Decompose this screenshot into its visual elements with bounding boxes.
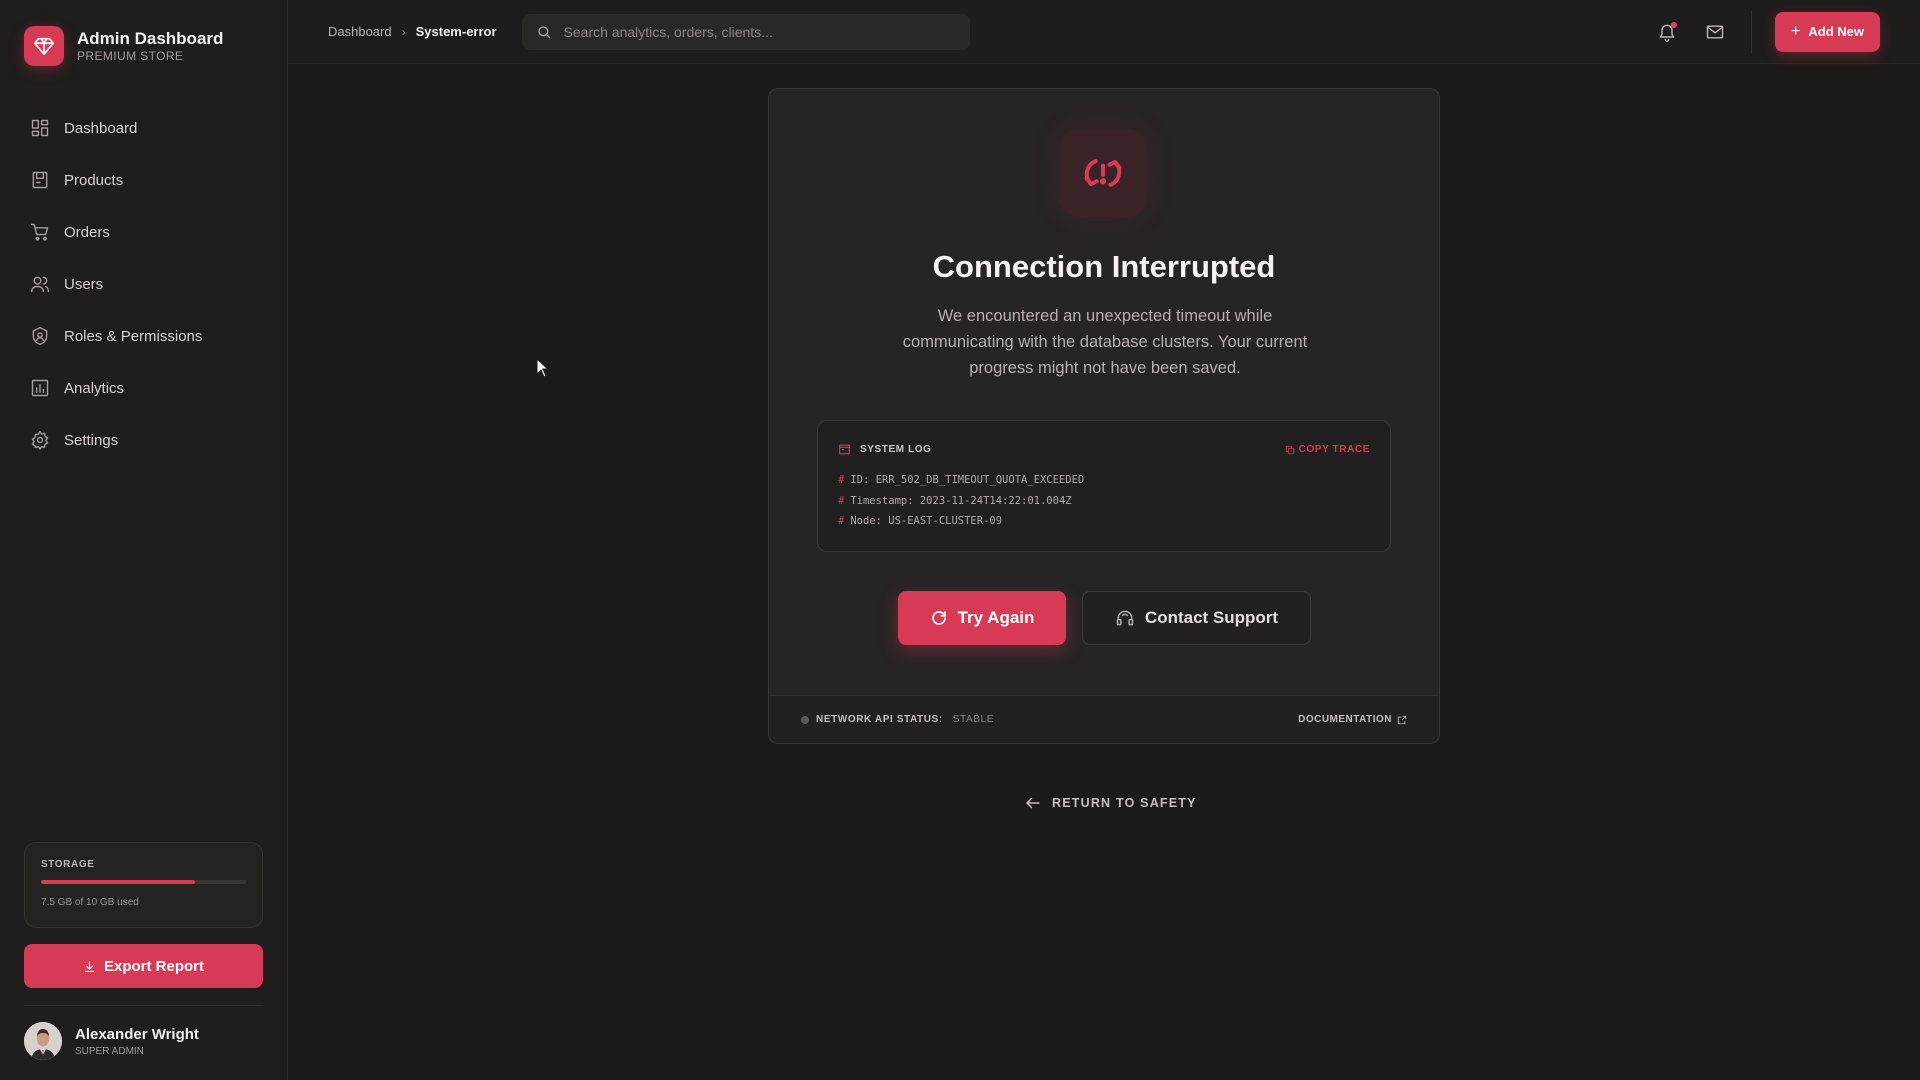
export-report-label: Export Report xyxy=(103,957,204,975)
topbar: Dashboard › System-error + Add xyxy=(288,0,1920,64)
sidebar-item-label: Orders xyxy=(64,223,110,241)
breadcrumb-separator: › xyxy=(401,24,406,39)
brand: Admin Dashboard PREMIUM STORE xyxy=(24,0,263,88)
sidebar-item-products[interactable]: Products xyxy=(24,154,263,206)
breadcrumb: Dashboard › System-error xyxy=(328,24,497,39)
plus-icon: + xyxy=(1791,22,1801,40)
sidebar-item-label: Products xyxy=(64,171,124,189)
divider xyxy=(1751,10,1753,53)
box-icon xyxy=(32,171,48,189)
avatar xyxy=(24,1022,62,1060)
error-card: Connection Interrupted We encountered an… xyxy=(768,88,1440,744)
error-description: We encountered an unexpected timeout whi… xyxy=(902,307,1308,377)
sidebar-item-users[interactable]: Users xyxy=(24,258,263,310)
storage-text: 7.5 GB of 10 GB used xyxy=(41,897,139,908)
sidebar-item-label: Users xyxy=(64,275,104,293)
system-log-title: SYSTEM LOG xyxy=(860,444,932,455)
content-area: Connection Interrupted We encountered an… xyxy=(288,64,1920,1080)
sidebar-item-label: Analytics xyxy=(64,379,125,397)
search-input[interactable] xyxy=(563,23,956,40)
terminal-icon xyxy=(839,444,850,455)
breadcrumb-dashboard[interactable]: Dashboard xyxy=(328,24,392,39)
search-icon xyxy=(537,25,551,38)
shield-icon xyxy=(32,326,48,346)
try-again-button[interactable]: Try Again xyxy=(898,591,1066,645)
gear-icon xyxy=(31,430,49,450)
network-status: NETWORK API STATUS: STABLE xyxy=(801,714,994,725)
sidebar-nav: Dashboard Products Orders Users Roles & … xyxy=(24,102,263,466)
sidebar: Admin Dashboard PREMIUM STORE Dashboard … xyxy=(0,0,288,1080)
return-to-safety-link[interactable]: RETURN TO SAFETY xyxy=(1024,794,1197,812)
breadcrumb-current: System-error xyxy=(415,24,497,39)
documentation-label: DOCUMENTATION xyxy=(1298,714,1392,725)
status-dot xyxy=(801,715,809,724)
diamond-icon xyxy=(24,26,64,66)
sidebar-item-dashboard[interactable]: Dashboard xyxy=(24,102,263,154)
storage-widget: STORAGE 7.5 GB of 10 GB used xyxy=(24,842,263,928)
error-title: Connection Interrupted xyxy=(932,249,1276,284)
headset-icon xyxy=(1116,610,1134,626)
sidebar-item-label: Roles & Permissions xyxy=(64,327,203,345)
network-status-key: NETWORK API STATUS: xyxy=(816,714,943,725)
users-icon xyxy=(30,276,50,293)
brand-title: Admin Dashboard xyxy=(77,29,224,48)
messages-button[interactable] xyxy=(1691,12,1739,52)
system-log-panel: SYSTEM LOG COPY TRACE # ID: ERR_502_DB_TI… xyxy=(817,420,1391,552)
notification-dot xyxy=(1671,21,1678,28)
log-line-text: ID: ERR_502_DB_TIMEOUT_QUOTA_EXCEEDED xyxy=(850,474,1085,486)
app-root: Admin Dashboard PREMIUM STORE Dashboard … xyxy=(0,0,1920,1080)
return-to-safety-label: RETURN TO SAFETY xyxy=(1052,796,1197,810)
sidebar-item-orders[interactable]: Orders xyxy=(24,206,263,258)
brand-subtitle: PREMIUM STORE xyxy=(77,49,184,63)
log-line-text: Timestamp: 2023-11-24T14:22:01.004Z xyxy=(850,494,1072,507)
error-card-footer: NETWORK API STATUS: STABLE DOCUMENTATION xyxy=(769,695,1439,743)
chart-icon xyxy=(31,379,49,397)
user-role: SUPER ADMIN xyxy=(75,1045,144,1057)
contact-support-button[interactable]: Contact Support xyxy=(1082,591,1311,645)
try-again-label: Try Again xyxy=(957,608,1035,627)
main-area: Dashboard › System-error + Add xyxy=(288,0,1920,1080)
sidebar-item-label: Settings xyxy=(64,431,119,449)
sidebar-item-analytics[interactable]: Analytics xyxy=(24,362,263,414)
sidebar-item-label: Dashboard xyxy=(64,119,138,137)
copy-trace-label: COPY TRACE xyxy=(1298,444,1370,455)
log-line: # Node: US-EAST-CLUSTER-09 xyxy=(838,515,1003,527)
log-lines: # ID: ERR_502_DB_TIMEOUT_QUOTA_EXCEEDED #… xyxy=(838,470,1370,532)
user-name: Alexander Wright xyxy=(75,1025,199,1043)
sidebar-item-roles-permissions[interactable]: Roles & Permissions xyxy=(24,310,263,362)
connection-error-icon xyxy=(1059,129,1147,217)
documentation-link[interactable]: DOCUMENTATION xyxy=(1298,714,1407,725)
cart-icon xyxy=(30,223,49,241)
add-new-label: Add New xyxy=(1808,24,1864,39)
add-new-button[interactable]: + Add New xyxy=(1775,11,1880,52)
grid-icon xyxy=(31,119,49,137)
external-link-icon xyxy=(1397,715,1407,724)
log-line: # ID: ERR_502_DB_TIMEOUT_QUOTA_EXCEEDED xyxy=(838,474,1085,486)
refresh-icon xyxy=(931,611,946,625)
copy-icon xyxy=(1285,445,1294,454)
notifications-button[interactable] xyxy=(1643,12,1691,52)
storage-label: STORAGE xyxy=(41,859,95,870)
copy-trace-button[interactable]: COPY TRACE xyxy=(1285,444,1370,455)
download-icon xyxy=(85,961,94,972)
user-profile[interactable]: Alexander Wright SUPER ADMIN xyxy=(24,1005,263,1080)
mail-icon xyxy=(1706,24,1724,39)
network-status-value: STABLE xyxy=(952,714,994,725)
system-log-header: SYSTEM LOG xyxy=(838,443,932,456)
export-report-button[interactable]: Export Report xyxy=(24,944,263,988)
storage-progress-fill xyxy=(41,880,195,884)
sidebar-item-settings[interactable]: Settings xyxy=(24,414,263,466)
arrow-left-icon xyxy=(1026,797,1040,809)
log-line-text: Node: US-EAST-CLUSTER-09 xyxy=(850,515,1003,527)
contact-support-label: Contact Support xyxy=(1144,608,1279,627)
mouse-cursor-icon xyxy=(536,358,550,378)
search-bar xyxy=(521,13,970,50)
log-line: # Timestamp: 2023-11-24T14:22:01.004Z xyxy=(838,494,1072,507)
storage-progress-bar xyxy=(41,880,246,884)
